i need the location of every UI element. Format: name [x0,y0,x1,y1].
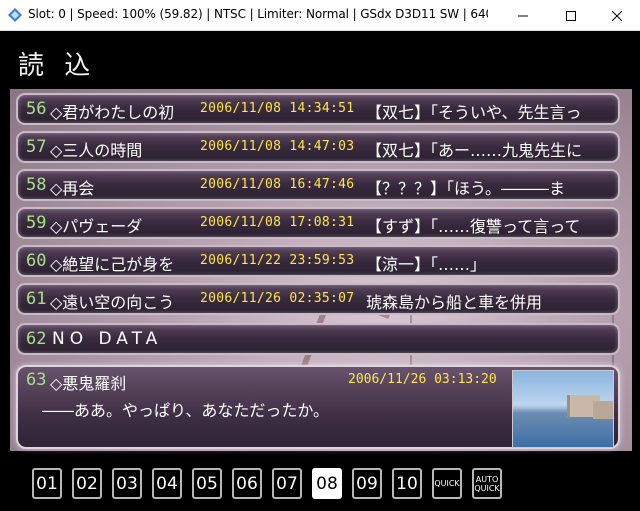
pcsx2-app-icon [8,8,22,22]
save-chapter: ◇再会 [50,179,95,198]
auto-quick-button[interactable]: AUTO QUICK [472,468,502,499]
window-title: Slot: 0 | Speed: 100% (59.82) | NTSC | L… [28,7,488,21]
save-number: 62 [26,329,47,349]
screen-title: 読 込 [18,51,97,81]
save-row[interactable]: 61 ◇遠い空の向こう 2006/11/26 02:35:07 琥森島から船と車… [16,283,620,315]
quick-label: QUICK [434,479,460,488]
save-chapter: ◇絶望に己が身を [50,255,175,274]
no-data-label: NO DATA [52,329,163,349]
slot-page-button[interactable]: 10 [392,468,422,499]
slot-page-button[interactable]: 01 [32,468,62,499]
save-chapter: ◇悪鬼羅刹 [50,374,127,393]
quick-label: QUICK [474,483,500,493]
slot-page-button[interactable]: 03 [112,468,142,499]
save-date: 2006/11/26 02:35:07 [200,291,355,306]
save-date: 2006/11/08 14:47:03 [200,139,355,154]
save-snippet: 琥森島から船と車を併用 [366,293,543,312]
save-number: 59 [26,213,47,233]
slot-page-button[interactable]: 05 [192,468,222,499]
save-row[interactable]: 59 ◇パヴェーダ 2006/11/08 17:08:31 【すず】「……復讐っ… [16,207,620,239]
save-number: 61 [26,289,47,309]
save-date: 2006/11/08 16:47:46 [200,177,355,192]
save-snippet: 【すず】「……復讐って言って [366,217,581,236]
save-number: 57 [26,137,47,157]
save-row-empty[interactable]: 62 NO DATA [16,323,620,355]
save-snippet: 【涼一】「……」 [366,255,487,274]
maximize-icon [566,10,576,21]
slot-page-button[interactable]: 06 [232,468,262,499]
close-button[interactable] [594,0,640,31]
thumbnail-building [593,401,613,419]
save-date: 2006/11/08 17:08:31 [200,215,355,230]
slot-page-button[interactable]: 07 [272,468,302,499]
quick-save-button[interactable]: QUICK [432,468,462,499]
save-chapter: ◇パヴェーダ [50,217,143,236]
save-dialogue-text: ――ああ。やっぱり、あなただったか。 [42,401,330,420]
save-date: 2006/11/08 14:34:51 [200,101,355,116]
save-chapter: ◇遠い空の向こう [50,293,175,312]
save-row[interactable]: 58 ◇再会 2006/11/08 16:47:46 【？？？】「ほう。―――ま [16,169,620,201]
maximize-button[interactable] [548,0,594,31]
save-number: 58 [26,175,47,195]
slot-page-button-active[interactable]: 08 [312,468,342,499]
auto-label: AUTO [475,474,499,484]
save-row-selected[interactable]: 63 ◇悪鬼羅刹 2006/11/26 03:13:20 ――ああ。やっぱり、あ… [16,365,620,449]
slot-page-button[interactable]: 04 [152,468,182,499]
save-date: 2006/11/22 23:59:53 [200,253,355,268]
save-chapter: ◇君がわたしの初 [50,103,175,122]
window-titlebar: Slot: 0 | Speed: 100% (59.82) | NTSC | L… [0,0,640,31]
save-row[interactable]: 60 ◇絶望に己が身を 2006/11/22 23:59:53 【涼一】「……」 [16,245,620,277]
save-snippet: 【双七】「そういや、先生言っ [366,103,582,122]
save-snippet: 【？？？】「ほう。―――ま [366,179,566,198]
save-number: 56 [26,99,47,119]
close-icon [612,10,622,21]
save-row[interactable]: 56 ◇君がわたしの初 2006/11/08 14:34:51 【双七】「そうい… [16,93,620,125]
game-screen: 読 込 56 ◇君がわたしの初 2006/11/08 14:34:51 【双七】… [0,31,640,511]
save-date: 2006/11/26 03:13:20 [348,372,497,387]
slot-page-button[interactable]: 09 [352,468,382,499]
slot-page-bar: 01 02 03 04 05 06 07 08 09 10 QUICK AUTO… [0,459,640,511]
save-number: 63 [26,370,47,390]
save-number: 60 [26,251,47,271]
save-snippet: 【双七】「あー……九鬼先生に [366,141,583,160]
save-chapter: ◇三人の時間 [50,141,143,160]
minimize-button[interactable] [500,0,546,31]
slot-page-button[interactable]: 02 [72,468,102,499]
minimize-icon [518,15,528,16]
save-thumbnail [512,370,614,448]
save-row[interactable]: 57 ◇三人の時間 2006/11/08 14:47:03 【双七】「あー……九… [16,131,620,163]
